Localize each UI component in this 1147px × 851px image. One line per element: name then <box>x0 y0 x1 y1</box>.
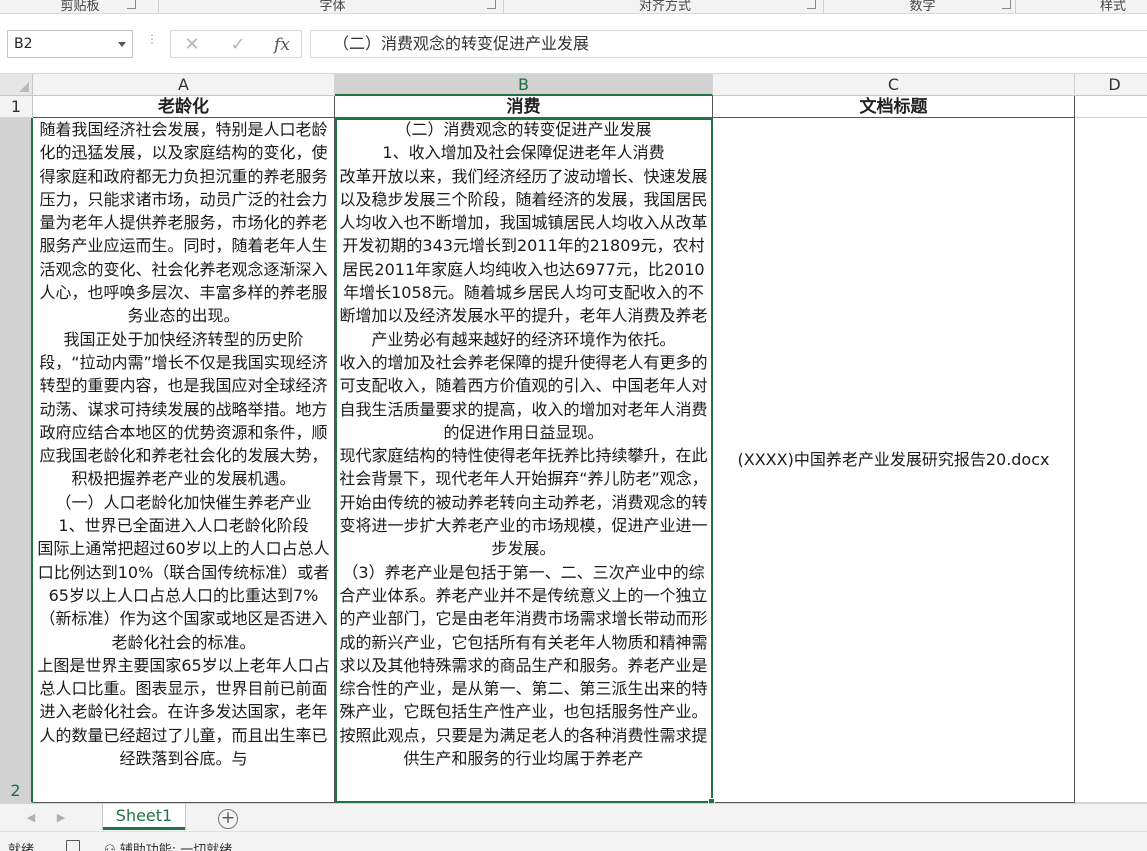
cell-paragraph: 1、收入增加及社会保障促进老年人消费 <box>382 143 665 163</box>
check-icon[interactable]: ✓ <box>223 33 253 57</box>
formula-bar: B2 ⋮ ✕ ✓ fx （二）消费观念的转变促进产业发展 <box>0 14 1147 74</box>
formula-input[interactable]: （二）消费观念的转变促进产业发展 <box>310 30 1147 58</box>
cell-paragraph: （3）养老产业是包括于第一、二、三次产业中的综合产业体系。养老产业并不是传统意义… <box>339 562 708 769</box>
cell-b2[interactable]: （二）消费观念的转变促进产业发展 1、收入增加及社会保障促进老年人消费 改革开放… <box>335 118 713 803</box>
cell-c2[interactable]: (XXXX)中国养老产业发展研究报告20.docx <box>713 118 1075 803</box>
select-all-button[interactable] <box>0 74 33 96</box>
accessibility-icon: ⚇ <box>104 843 116 851</box>
row-header-2-label: 2 <box>10 781 21 800</box>
chevron-left-icon[interactable]: ◀ <box>24 810 38 826</box>
sheet-tab-sheet1[interactable]: Sheet1 <box>103 804 185 830</box>
row-header-2[interactable]: 2 <box>0 118 33 803</box>
dialog-launcher-icon[interactable] <box>1002 0 1011 9</box>
close-icon[interactable]: ✕ <box>177 33 207 57</box>
ribbon-group-clipboard: 剪贴板 <box>20 0 140 13</box>
ribbon-group-styles-label: 样式 <box>1100 0 1127 14</box>
cell-paragraph: 现代家庭结构的特性使得老年抚养比持续攀升，在此社会背景下，现代老年人开始摒弃“养… <box>339 446 708 559</box>
accessibility-status[interactable]: ⚇ 辅助功能: 一切就绪 <box>104 839 232 851</box>
cell-paragraph: 收入的增加及社会养老保障的提升使得老人有更多的可支配收入，随着西方价值观的引入、… <box>339 352 708 442</box>
sheet-tab-bar: ◀ ▶ Sheet1 + <box>0 803 1147 831</box>
cell-paragraph: 改革开放以来，我们经济经历了波动增长、快速发展以及稳步发展三个阶段，随着经济的发… <box>339 166 708 349</box>
cell-paragraph: （二）消费观念的转变促进产业发展 <box>395 120 652 139</box>
status-ready: 就绪 <box>8 843 35 851</box>
dialog-launcher-icon[interactable] <box>127 0 136 9</box>
cell-c2-text: (XXXX)中国养老产业发展研究报告20.docx <box>737 450 1050 470</box>
spreadsheet-grid: A B C D 1 2 老龄化 消费 文档标题 随着我国经济社会发展，特别是人口… <box>0 74 1147 803</box>
cell-paragraph: 上图是世界主要国家65岁以上老年人口占总人口比重。图表显示，世界目前已前面进入老… <box>37 655 330 769</box>
dialog-launcher-icon[interactable] <box>487 0 496 9</box>
cell-paragraph: 国际上通常把超过60岁以上的人口占总人口比例达到10%（联合国传统标准）或者65… <box>37 539 330 652</box>
ribbon-group-alignment: 对齐方式 <box>510 0 820 13</box>
ribbon-separator <box>1015 0 1016 13</box>
cell-d2[interactable] <box>1075 118 1147 803</box>
ribbon-group-styles: 样式 <box>1100 0 1147 13</box>
status-bar: 就绪 ⚇ 辅助功能: 一切就绪 <box>0 831 1147 851</box>
plus-icon: + <box>220 808 236 828</box>
cell-paragraph: 我国正处于加快经济转型的历史阶段，“拉动内需”增长不仅是我国实现经济转型的重要内… <box>39 329 328 489</box>
cell-a2[interactable]: 随着我国经济社会发展，特别是人口老龄化的迅猛发展，以及家庭结构的变化，使得家庭和… <box>33 118 335 803</box>
insert-function-icon[interactable]: fx <box>267 33 297 57</box>
ribbon-separator <box>823 0 824 13</box>
column-header-c[interactable]: C <box>713 74 1075 96</box>
cell-paragraph: 1、世界已全面进入人口老龄化阶段 <box>58 516 309 536</box>
formula-controls: ✕ ✓ fx <box>170 30 302 58</box>
chevron-right-icon[interactable]: ▶ <box>54 810 68 826</box>
ribbon-group-clipboard-label: 剪贴板 <box>60 0 100 14</box>
dialog-launcher-icon[interactable] <box>807 0 816 9</box>
fill-handle[interactable] <box>708 798 715 803</box>
ribbon-group-font-label: 字体 <box>319 0 346 14</box>
ribbon-separator <box>503 0 504 13</box>
chevron-down-icon[interactable] <box>118 42 126 47</box>
column-header-d[interactable]: D <box>1075 74 1147 96</box>
ribbon-separator <box>158 0 159 13</box>
cell-a1[interactable]: 老龄化 <box>33 96 335 118</box>
name-box[interactable]: B2 <box>7 30 133 58</box>
cell-d1[interactable] <box>1075 96 1147 118</box>
cell-b1[interactable]: 消费 <box>335 96 713 118</box>
name-box-value: B2 <box>14 36 33 52</box>
select-all-icon <box>19 82 29 92</box>
column-header-b[interactable]: B <box>335 74 713 96</box>
cell-paragraph: （一）人口老龄化加快催生养老产业 <box>55 492 312 512</box>
add-sheet-button[interactable]: + <box>218 809 238 829</box>
accessibility-label: 辅助功能: 一切就绪 <box>119 843 233 851</box>
macro-record-icon[interactable] <box>66 840 80 851</box>
ribbon-group-font: 字体 <box>165 0 500 13</box>
ribbon-group-number: 数字 <box>830 0 1015 13</box>
cell-c1[interactable]: 文档标题 <box>713 96 1075 118</box>
cell-paragraph: 随着我国经济社会发展，特别是人口老龄化的迅猛发展，以及家庭结构的变化，使得家庭和… <box>39 120 328 326</box>
ribbon-group-labels: 剪贴板 字体 对齐方式 数字 样式 <box>0 0 1147 14</box>
column-header-a[interactable]: A <box>33 74 335 96</box>
row-header-1[interactable]: 1 <box>0 96 33 118</box>
more-options-icon[interactable]: ⋮ <box>146 33 158 52</box>
ribbon-group-number-label: 数字 <box>909 0 936 14</box>
ribbon-group-alignment-label: 对齐方式 <box>638 0 691 14</box>
